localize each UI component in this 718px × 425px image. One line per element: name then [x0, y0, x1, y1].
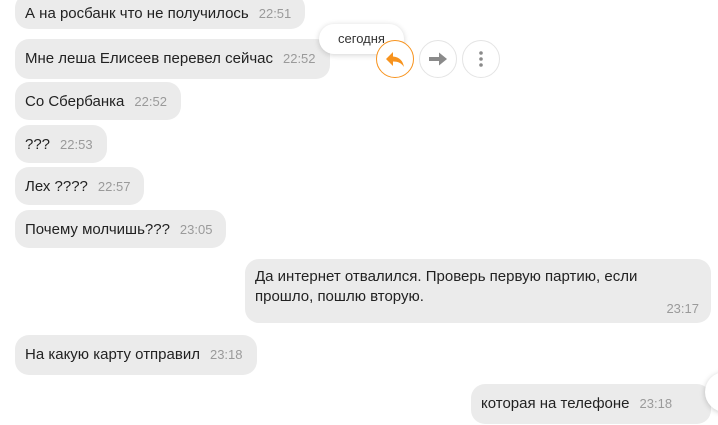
forward-button[interactable]: [419, 40, 457, 78]
message-text: А на росбанк что не получилось: [25, 5, 249, 22]
message-bubble[interactable]: Лех ???? 22:57: [15, 167, 145, 205]
message-time: 23:18: [209, 347, 243, 362]
message-bubble-outgoing[interactable]: которая на телефоне 23:18: [471, 384, 711, 424]
message-bubble[interactable]: А на росбанк что не получилось 22:51: [15, 0, 306, 29]
message-time: 22:51: [258, 6, 292, 21]
reply-icon: [386, 52, 404, 67]
forward-icon: [429, 52, 447, 66]
message-text: Почему молчишь???: [25, 221, 170, 238]
message-text: Мне леша Елисеев перевел сейчас: [25, 50, 273, 67]
message-bubble[interactable]: Со Сбербанка 22:52: [15, 82, 181, 120]
message-text: которая на телефоне: [481, 395, 630, 412]
message-time: 22:52: [134, 94, 167, 109]
reply-button[interactable]: [376, 40, 414, 78]
message-bubble[interactable]: Мне леша Елисеев перевел сейчас 22:52: [15, 39, 330, 79]
message-bubble[interactable]: ??? 22:53: [15, 125, 107, 163]
message-text: На какую карту отправил: [25, 346, 200, 363]
message-time: 22:57: [97, 179, 131, 194]
message-text: Со Сбербанка: [25, 93, 125, 110]
message-bubble[interactable]: На какую карту отправил 23:18: [15, 335, 257, 375]
message-bubble[interactable]: Почему молчишь??? 23:05: [15, 210, 227, 248]
more-button[interactable]: [462, 40, 500, 78]
message-text: ???: [25, 136, 51, 153]
message-text: Лех ????: [25, 178, 88, 195]
message-time: 23:05: [179, 222, 213, 237]
more-vertical-icon: [479, 51, 483, 67]
chat-window: А на росбанк что не получилось 22:51 Мне …: [0, 0, 718, 425]
message-time: 22:53: [60, 137, 93, 152]
message-bubble-outgoing[interactable]: Да интернет отвалился. Проверь первую па…: [245, 259, 711, 323]
message-time: 22:52: [282, 51, 316, 66]
message-time: 23:18: [639, 396, 673, 411]
